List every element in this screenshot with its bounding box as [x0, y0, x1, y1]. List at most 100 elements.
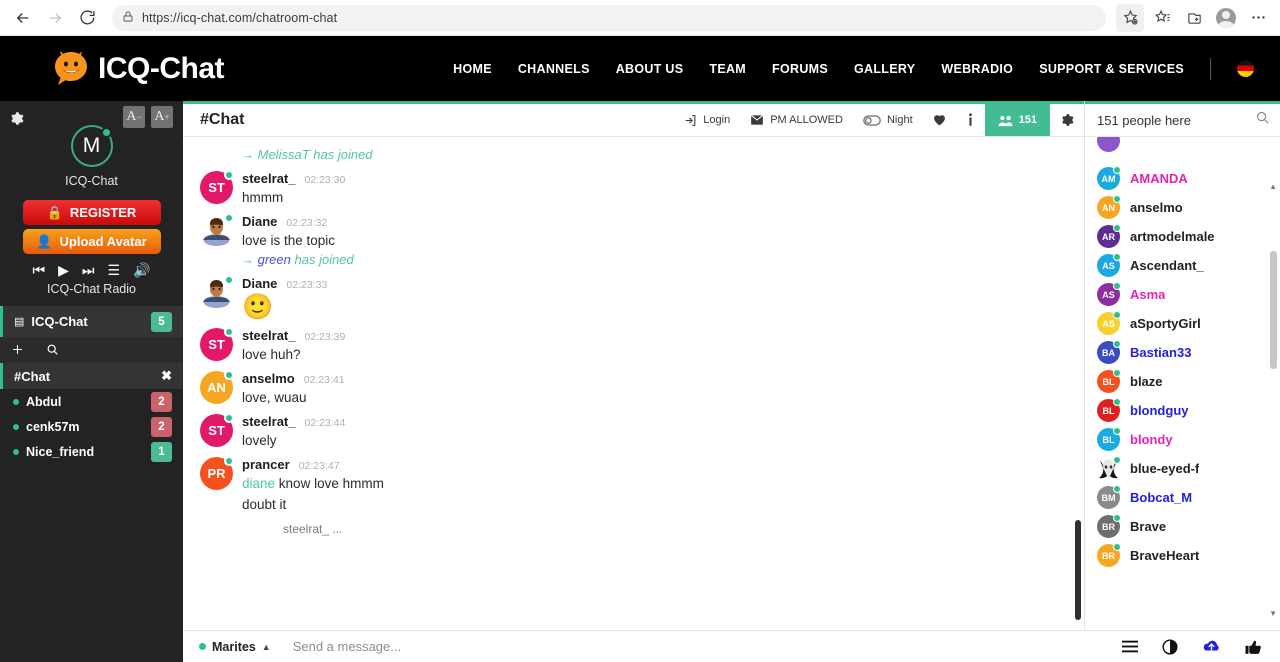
message-username[interactable]: anselmo — [242, 371, 295, 386]
list-item[interactable]: AS Asma — [1085, 280, 1280, 309]
info-button[interactable] — [956, 104, 985, 136]
favorite-button[interactable] — [923, 104, 956, 136]
list-item[interactable]: BL blondy — [1085, 425, 1280, 454]
login-button[interactable]: Login — [674, 104, 740, 136]
browser-reload-button[interactable] — [72, 3, 102, 33]
list-item[interactable]: Abdul 2 — [0, 389, 183, 414]
browser-address-bar[interactable]: https://icq-chat.com/chatroom-chat — [112, 5, 1106, 31]
people-count-text: 151 people here — [1097, 113, 1255, 128]
nav-item-support-services[interactable]: SUPPORT & SERVICES — [1039, 62, 1184, 76]
avatar[interactable]: ST — [200, 414, 233, 447]
site-logo[interactable]: ICQ-Chat — [50, 48, 224, 90]
message-username[interactable]: steelrat_ — [242, 171, 295, 186]
list-item[interactable]: BA Bastian33 — [1085, 338, 1280, 367]
list-item[interactable]: BR BraveHeart — [1085, 541, 1280, 570]
nav-item-forums[interactable]: FORUMS — [772, 62, 828, 76]
pm-allowed-button[interactable]: PM ALLOWED — [740, 104, 853, 136]
list-item[interactable]: cenk57m 2 — [0, 414, 183, 439]
message-compose-bar: Marites ▲ — [183, 630, 1280, 662]
user-avatar[interactable]: M — [71, 125, 113, 167]
search-icon[interactable] — [1255, 110, 1270, 130]
chat-settings-button[interactable] — [1050, 104, 1084, 136]
list-item[interactable]: AS Ascendant_ — [1085, 251, 1280, 280]
nav-item-gallery[interactable]: GALLERY — [854, 62, 915, 76]
playlist-icon[interactable]: ☰ — [108, 263, 121, 277]
list-item[interactable]: BL blaze — [1085, 367, 1280, 396]
avatar[interactable] — [200, 276, 233, 309]
avatar[interactable]: AN — [200, 371, 233, 404]
list-item[interactable]: AS aSportyGirl — [1085, 309, 1280, 338]
list-item[interactable]: AN anselmo — [1085, 193, 1280, 222]
favorites-settings-icon[interactable] — [1116, 4, 1144, 32]
list-item[interactable]: AM AMANDA — [1085, 164, 1280, 193]
sidebar-room-icq-chat[interactable]: ▤ ICQ-Chat 5 — [0, 306, 183, 337]
nav-item-team[interactable]: TEAM — [709, 62, 746, 76]
avatar-partial[interactable] — [1097, 137, 1120, 152]
avatar[interactable] — [200, 214, 233, 247]
night-mode-toggle[interactable]: Night — [853, 104, 923, 136]
user-status-selector[interactable]: Marites ▲ — [191, 640, 279, 654]
list-item[interactable]: BR Brave — [1085, 512, 1280, 541]
font-decrease-button[interactable]: A− — [123, 106, 145, 128]
profile-avatar[interactable] — [1212, 4, 1240, 32]
avatar-initials: BL — [1103, 435, 1115, 445]
message-username[interactable]: Diane — [242, 276, 277, 291]
message-username[interactable]: steelrat_ — [242, 328, 295, 343]
more-options-icon[interactable] — [1244, 4, 1272, 32]
avatar: BM — [1097, 486, 1120, 509]
avatar-initials: BM — [1102, 493, 1116, 503]
language-flag-icon[interactable] — [1237, 60, 1254, 77]
username: anselmo — [1130, 200, 1183, 215]
sidebar-tab-chat[interactable]: #Chat ✖ — [0, 363, 183, 389]
font-increase-button[interactable]: A+ — [151, 106, 173, 128]
message-username[interactable]: Diane — [242, 214, 277, 229]
avatar: AS — [1097, 254, 1120, 277]
private-message-list: Abdul 2 cenk57m 2 Nice_friend 1 — [0, 389, 183, 630]
online-status-dot — [224, 413, 234, 423]
play-icon[interactable]: ▶ — [58, 263, 69, 277]
list-item[interactable]: Nice_friend 1 — [0, 439, 183, 464]
tab-group-icon[interactable] — [1180, 4, 1208, 32]
cloud-upload-icon[interactable] — [1202, 639, 1221, 654]
register-button[interactable]: 🔒 REGISTER — [23, 200, 161, 225]
list-item[interactable]: AR artmodelmale — [1085, 222, 1280, 251]
nav-item-about-us[interactable]: ABOUT US — [616, 62, 684, 76]
list-item[interactable]: blue-eyed-f — [1085, 454, 1280, 483]
browser-forward-button[interactable] — [40, 3, 70, 33]
mention-link[interactable]: diane — [242, 476, 275, 491]
scrollbar-thumb[interactable] — [1270, 251, 1277, 369]
upload-avatar-button[interactable]: 👤 Upload Avatar — [23, 229, 161, 254]
list-item[interactable]: BL blondguy — [1085, 396, 1280, 425]
previous-track-icon[interactable]: ⏮ — [33, 263, 46, 277]
next-track-icon[interactable]: ⏭ — [82, 263, 95, 277]
nav-item-webradio[interactable]: WEBRADIO — [941, 62, 1013, 76]
scroll-down-icon[interactable]: ▼ — [1269, 610, 1277, 618]
search-channel-icon[interactable] — [46, 343, 59, 358]
thumbs-up-icon[interactable] — [1245, 639, 1262, 655]
chat-scrollbar[interactable] — [1075, 520, 1081, 620]
people-list[interactable]: AM AMANDA AN anselmo AR artmodelmale AS … — [1085, 137, 1280, 630]
settings-gear-icon[interactable] — [9, 111, 24, 131]
avatar[interactable]: ST — [200, 171, 233, 204]
pm-unread-badge: 1 — [151, 442, 172, 462]
avatar[interactable]: ST — [200, 328, 233, 361]
collections-icon[interactable] — [1148, 4, 1176, 32]
add-channel-icon[interactable] — [11, 343, 24, 358]
nav-item-home[interactable]: HOME — [453, 62, 492, 76]
avatar: BR — [1097, 544, 1120, 567]
message-username[interactable]: steelrat_ — [242, 414, 295, 429]
nav-item-channels[interactable]: CHANNELS — [518, 62, 590, 76]
close-icon[interactable]: ✖ — [161, 368, 172, 384]
people-scrollbar[interactable]: ▲ ▼ — [1271, 143, 1278, 624]
volume-icon[interactable]: 🔊 — [133, 263, 150, 277]
people-count-button[interactable]: 151 — [985, 104, 1050, 136]
message-input[interactable] — [279, 639, 1122, 654]
avatar[interactable]: PR — [200, 457, 233, 490]
scroll-up-icon[interactable]: ▲ — [1269, 183, 1277, 191]
current-username: Marites — [212, 640, 256, 654]
list-item[interactable]: BM Bobcat_M — [1085, 483, 1280, 512]
contrast-icon[interactable] — [1162, 639, 1178, 655]
browser-back-button[interactable] — [8, 3, 38, 33]
message-username[interactable]: prancer — [242, 457, 290, 472]
menu-icon[interactable] — [1122, 639, 1138, 654]
